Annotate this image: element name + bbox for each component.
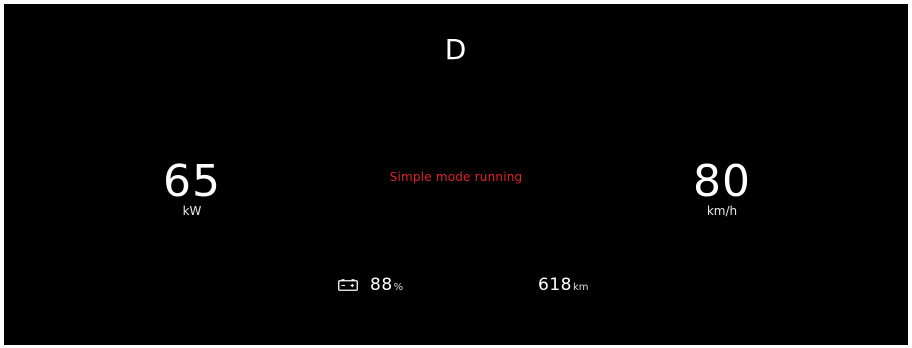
battery-icon [338,279,358,291]
speed-gauge: 80 km/h [662,156,782,219]
instrument-cluster-screen: D 65 kW Simple mode running 80 km/h 88 %… [4,4,908,345]
battery-level-value: 88 [370,275,393,295]
speed-unit: km/h [706,204,738,218]
power-unit: kW [182,204,202,218]
range-unit: km [572,282,589,293]
power-gauge: 65 kW [132,160,252,219]
battery-level-unit: % [393,282,404,293]
range-value: 618 [538,275,572,295]
battery-status: 88 % [338,275,403,295]
gear-indicator: D [444,33,468,66]
speed-value: 80 [693,156,751,207]
range-status: 618 km [538,275,589,295]
